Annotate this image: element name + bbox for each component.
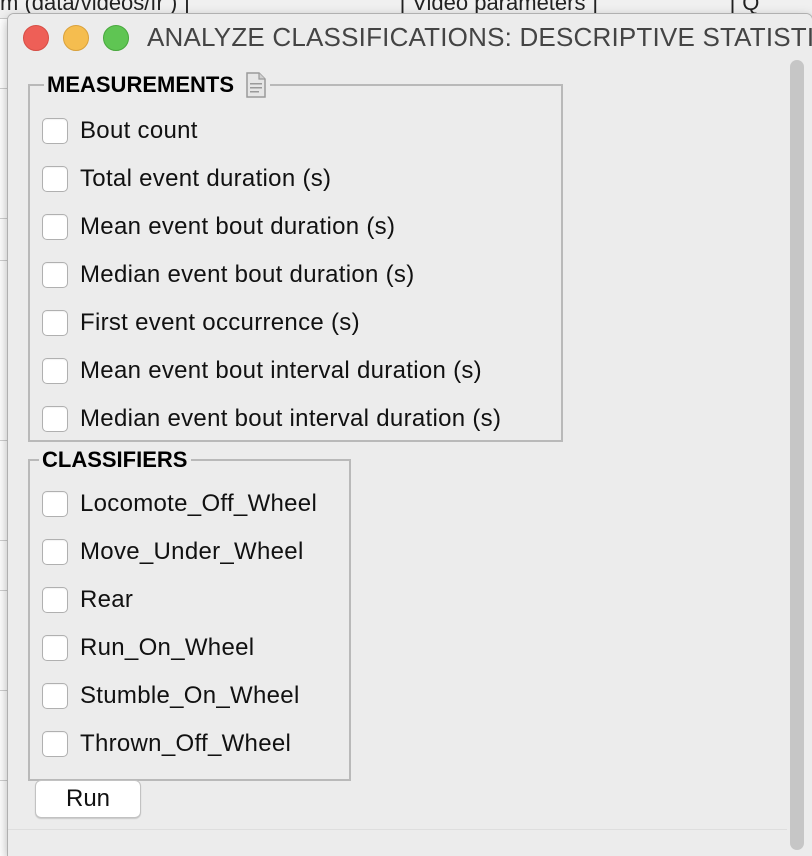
measurement-option[interactable]: Median event bout interval duration (s) — [42, 404, 501, 434]
horizontal-scrollbar[interactable] — [8, 829, 787, 856]
checkbox[interactable] — [42, 539, 68, 565]
measurements-group: MEASUREMENTS Bout count Total event dura… — [28, 72, 563, 442]
checkbox-label: Bout count — [80, 117, 198, 144]
checkbox-label: Thrown_Off_Wheel — [80, 730, 292, 757]
measurements-title: MEASUREMENTS — [47, 72, 235, 97]
classifiers-title: CLASSIFIERS — [42, 447, 188, 472]
checkbox[interactable] — [42, 262, 68, 288]
checkbox[interactable] — [42, 683, 68, 709]
background-divider — [0, 540, 8, 541]
background-divider — [0, 218, 8, 219]
checkbox-label: Median event bout interval duration (s) — [80, 405, 502, 432]
measurement-option[interactable]: Total event duration (s) — [42, 164, 331, 194]
checkbox[interactable] — [42, 731, 68, 757]
measurement-option[interactable]: Mean event bout duration (s) — [42, 212, 395, 242]
background-divider — [0, 590, 8, 591]
checkbox-label: Mean event bout duration (s) — [80, 213, 396, 240]
classifiers-legend: CLASSIFIERS — [39, 447, 192, 473]
minimize-window-button[interactable] — [63, 25, 89, 51]
checkbox[interactable] — [42, 118, 68, 144]
checkbox[interactable] — [42, 358, 68, 384]
classifiers-group: CLASSIFIERS Locomote_Off_Wheel Move_Unde… — [28, 447, 351, 781]
measurement-option[interactable]: First event occurrence (s) — [42, 308, 360, 338]
background-header-text-1: m (data/videos/fr ) ] — [0, 0, 190, 15]
checkbox-label: Move_Under_Wheel — [80, 538, 304, 565]
window-title: ANALYZE CLASSIFICATIONS: DESCRIPTIVE STA… — [147, 22, 812, 52]
descriptive-statistics-window: ANALYZE CLASSIFICATIONS: DESCRIPTIVE STA… — [8, 14, 812, 856]
run-button[interactable]: Run — [35, 780, 141, 818]
checkbox-label: Locomote_Off_Wheel — [80, 490, 318, 517]
measurement-option[interactable]: Median event bout duration (s) — [42, 260, 415, 290]
classifier-option[interactable]: Rear — [42, 585, 133, 615]
classifier-option[interactable]: Thrown_Off_Wheel — [42, 729, 291, 759]
checkbox[interactable] — [42, 310, 68, 336]
checkbox[interactable] — [42, 214, 68, 240]
checkbox[interactable] — [42, 406, 68, 432]
checkbox-label: Run_On_Wheel — [80, 634, 255, 661]
checkbox[interactable] — [42, 587, 68, 613]
background-divider — [0, 88, 8, 89]
background-divider — [0, 780, 8, 781]
close-window-button[interactable] — [23, 25, 49, 51]
title-bar[interactable]: ANALYZE CLASSIFICATIONS: DESCRIPTIVE STA… — [8, 14, 812, 58]
vertical-scrollbar[interactable] — [787, 58, 807, 856]
measurement-option[interactable]: Bout count — [42, 116, 198, 146]
background-divider — [0, 440, 8, 441]
measurement-option[interactable]: Mean event bout interval duration (s) — [42, 356, 482, 386]
classifier-option[interactable]: Run_On_Wheel — [42, 633, 254, 663]
checkbox-label: Stumble_On_Wheel — [80, 682, 300, 709]
checkbox[interactable] — [42, 635, 68, 661]
checkbox-label: First event occurrence (s) — [80, 309, 360, 336]
checkbox-label: Mean event bout interval duration (s) — [80, 357, 482, 384]
background-header-text-2: [ Video parameters ] — [400, 0, 598, 15]
checkbox-label: Total event duration (s) — [80, 165, 332, 192]
scrollbar-thumb[interactable] — [790, 60, 804, 850]
background-divider — [0, 260, 8, 261]
checkbox-label: Median event bout duration (s) — [80, 261, 415, 288]
classifier-option[interactable]: Stumble_On_Wheel — [42, 681, 300, 711]
checkbox-label: Rear — [80, 586, 134, 613]
window-content: MEASUREMENTS Bout count Total event dura… — [8, 58, 779, 829]
background-header-text-3: [ Q — [730, 0, 760, 15]
maximize-window-button[interactable] — [103, 25, 129, 51]
classifier-option[interactable]: Locomote_Off_Wheel — [42, 489, 317, 519]
checkbox[interactable] — [42, 166, 68, 192]
checkbox[interactable] — [42, 491, 68, 517]
document-icon[interactable] — [246, 72, 266, 98]
measurements-legend: MEASUREMENTS — [44, 72, 271, 98]
classifier-option[interactable]: Move_Under_Wheel — [42, 537, 304, 567]
background-divider — [0, 690, 8, 691]
